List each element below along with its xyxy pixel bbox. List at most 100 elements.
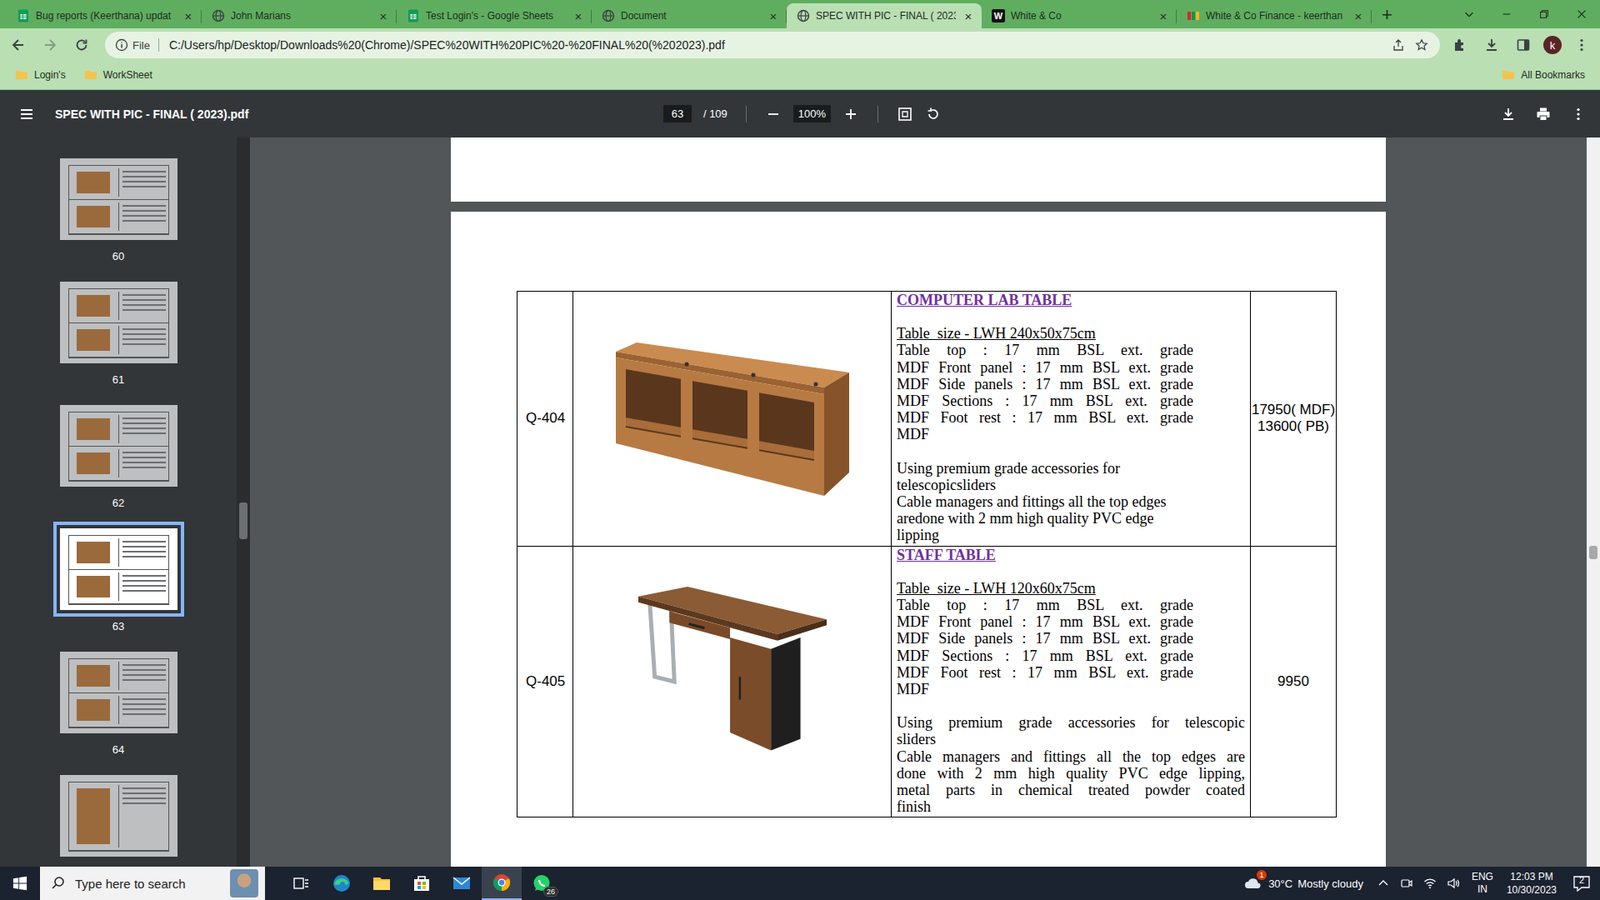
- profile-button[interactable]: k: [1543, 35, 1562, 55]
- folder-icon: [84, 68, 98, 82]
- tab[interactable]: SPEC WITH PIC - FINAL ( 2023) ×: [786, 3, 982, 29]
- minimize-icon: [1500, 8, 1513, 20]
- star-icon[interactable]: [1415, 38, 1429, 52]
- notification-count: 2: [1563, 875, 1600, 885]
- address-bar[interactable]: File C:/Users/hp/Desktop/Downloads%20(Ch…: [105, 31, 1440, 59]
- page-thumbnail[interactable]: 62: [60, 405, 178, 512]
- download-icon[interactable]: [1500, 105, 1517, 123]
- all-bookmarks-button[interactable]: All Bookmarks: [1498, 66, 1589, 84]
- tab[interactable]: Document ×: [591, 3, 787, 29]
- bookmark-folder[interactable]: WorkSheet: [80, 66, 156, 84]
- tab[interactable]: John Marians ×: [201, 3, 397, 29]
- tab-search-button[interactable]: [1450, 0, 1488, 29]
- file-explorer-icon: [371, 873, 392, 894]
- print-icon[interactable]: [1535, 105, 1552, 123]
- share-icon[interactable]: [1391, 38, 1405, 52]
- time: 12:03 PM: [1510, 870, 1553, 884]
- zoom-in-icon[interactable]: [842, 105, 860, 123]
- tab-label: Bug reports (Keerthana) updat: [35, 10, 176, 22]
- pdf-viewer: SPEC WITH PIC - FINAL ( 2023).pdf 63 / 1…: [0, 90, 1600, 867]
- note-line: Using premium grade accessories for tele…: [896, 714, 1245, 731]
- page-thumbnail[interactable]: 64: [60, 651, 178, 759]
- weather-widget[interactable]: 1 30°C Mostly cloudy: [1235, 873, 1372, 894]
- tab-close-button[interactable]: ×: [766, 9, 780, 24]
- tab-close-button[interactable]: ×: [1351, 9, 1365, 24]
- spec-line: MDF: [896, 680, 1194, 698]
- menu-icon[interactable]: [18, 105, 35, 123]
- tab-label: White & Co Finance - keerthan: [1205, 10, 1346, 22]
- restore-button[interactable]: [1525, 0, 1563, 29]
- page-thumbnail[interactable]: 63: [60, 528, 178, 635]
- search-box[interactable]: Type here to search: [40, 866, 265, 900]
- table-size: Table size - LWH 240x50x75cm: [896, 325, 1245, 342]
- tab-close-button[interactable]: ×: [376, 9, 390, 24]
- close-window-button[interactable]: [1562, 0, 1600, 29]
- tab[interactable]: W White & Co ×: [981, 3, 1177, 29]
- forward-arrow-icon[interactable]: [38, 33, 62, 57]
- extensions-icon[interactable]: [1448, 33, 1472, 57]
- zoom-out-icon[interactable]: [765, 105, 782, 123]
- tab[interactable]: Bug reports (Keerthana) updat ×: [6, 3, 202, 29]
- tab-close-button[interactable]: ×: [571, 9, 585, 24]
- site-info-chip[interactable]: File: [110, 38, 160, 52]
- note-line: aredone with 2 mm high quality PVC edge: [896, 510, 1245, 527]
- fit-page-icon[interactable]: [896, 105, 914, 123]
- taskbar-app[interactable]: [441, 866, 482, 900]
- meet-now-icon[interactable]: [1395, 876, 1419, 890]
- document-area: Q-404 COMPUTER LAB TABLE Table size - LW…: [250, 137, 1600, 867]
- wifi-icon[interactable]: [1418, 876, 1442, 890]
- taskbar-app[interactable]: 26: [521, 866, 562, 900]
- product-title: COMPUTER LAB TABLE: [896, 291, 1245, 309]
- spec-line: MDF Front panel : 17 mm BSL ext. grade: [896, 613, 1194, 630]
- tab[interactable]: White & Co Finance - keerthan ×: [1176, 3, 1372, 29]
- more-vertical-icon[interactable]: [1570, 33, 1594, 57]
- previous-page: [450, 137, 1386, 202]
- tab[interactable]: Test Login's - Google Sheets ×: [396, 3, 592, 29]
- product-code: Q-404: [517, 291, 573, 546]
- chevron-up-icon[interactable]: [1371, 876, 1395, 890]
- reload-icon[interactable]: [70, 33, 94, 57]
- minimize-button[interactable]: [1487, 0, 1525, 29]
- tab-close-button[interactable]: ×: [961, 9, 975, 24]
- sidebar-scrollbar[interactable]: [236, 137, 250, 867]
- thumbnail-image: [60, 281, 178, 364]
- rotate-icon[interactable]: [925, 105, 942, 123]
- spec-line: MDF Sections : 17 mm BSL ext. grade: [896, 647, 1194, 665]
- back-arrow-icon[interactable]: [6, 33, 30, 57]
- side-panel-icon[interactable]: [1511, 33, 1535, 57]
- taskbar-app[interactable]: [321, 866, 362, 900]
- page-number-field[interactable]: 63: [663, 105, 692, 123]
- scrollbar-thumb[interactable]: [239, 502, 248, 540]
- start-button[interactable]: [0, 866, 40, 900]
- spec-line: Table top : 17 mm BSL ext. grade: [896, 596, 1194, 614]
- input-language[interactable]: ENGIN: [1465, 870, 1500, 896]
- tab-close-button[interactable]: ×: [1156, 9, 1170, 24]
- page-thumbnail[interactable]: 60: [60, 158, 178, 265]
- new-tab-button[interactable]: +: [1371, 3, 1403, 29]
- page-thumbnail[interactable]: 61: [60, 281, 178, 389]
- weather-text: Mostly cloudy: [1297, 877, 1364, 890]
- taskbar-app[interactable]: [281, 866, 322, 900]
- download-icon[interactable]: [1480, 33, 1504, 57]
- bookmark-folder[interactable]: Login's: [11, 66, 70, 84]
- product-price: 17950( MDF)13600( PB): [1250, 291, 1336, 546]
- tab-close-button[interactable]: ×: [181, 9, 195, 24]
- scrollbar-thumb[interactable]: [1589, 545, 1598, 560]
- note-line: sliders: [896, 730, 1245, 748]
- document-scrollbar[interactable]: [1586, 137, 1600, 867]
- note-line: telescopicsliders: [896, 476, 1245, 494]
- more-vertical-icon[interactable]: [1570, 105, 1587, 123]
- separator: [745, 105, 747, 123]
- taskbar-app[interactable]: [401, 866, 442, 900]
- notification-center-button[interactable]: 2: [1563, 866, 1600, 900]
- taskbar-app[interactable]: [361, 866, 402, 900]
- product-title: STAFF TABLE: [896, 546, 1245, 564]
- screen: Bug reports (Keerthana) updat × John Mar…: [0, 0, 1600, 900]
- zoom-field[interactable]: 100%: [793, 105, 831, 123]
- taskbar-app[interactable]: [481, 866, 522, 900]
- page-thumbnail[interactable]: [60, 775, 178, 857]
- staff-table-picture: [638, 586, 827, 777]
- url-text: C:/Users/hp/Desktop/Downloads%20(Chrome)…: [169, 38, 1382, 52]
- volume-icon[interactable]: [1441, 876, 1465, 890]
- clock[interactable]: 12:03 PM 10/30/2023: [1500, 870, 1564, 897]
